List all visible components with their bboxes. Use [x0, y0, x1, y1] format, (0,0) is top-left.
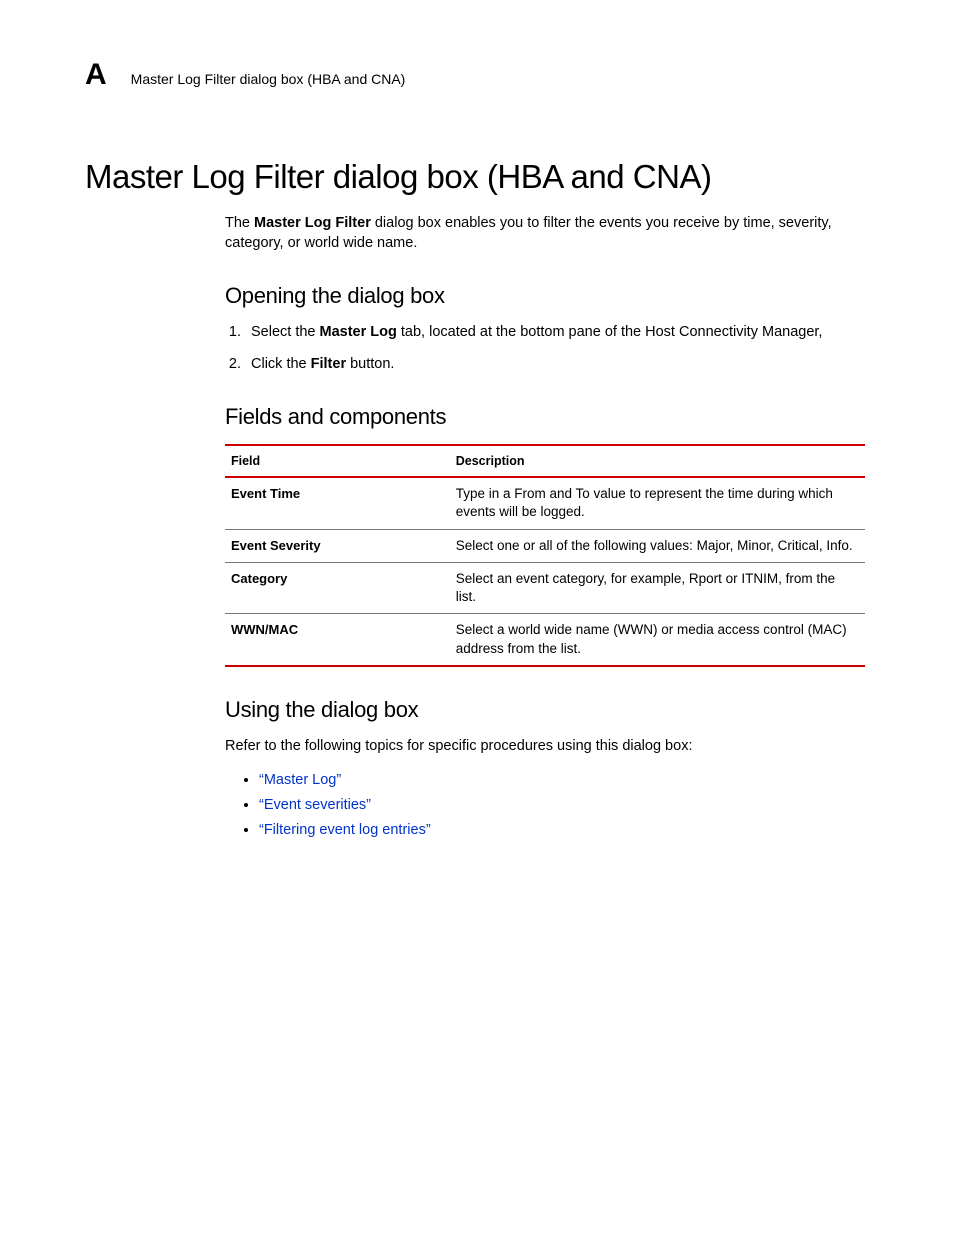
running-header: A Master Log Filter dialog box (HBA and … — [85, 60, 875, 90]
link-event-severities[interactable]: “Event severities” — [259, 797, 371, 813]
using-intro: Refer to the following topics for specif… — [225, 737, 865, 757]
step-2: Click the Filter button. — [245, 355, 865, 375]
page-title: Master Log Filter dialog box (HBA and CN… — [85, 158, 875, 196]
appendix-letter: A — [85, 60, 107, 90]
field-name: Category — [225, 562, 450, 613]
link-filtering-entries[interactable]: “Filtering event log entries” — [259, 822, 431, 838]
field-name: WWN/MAC — [225, 614, 450, 666]
field-name: Event Severity — [225, 529, 450, 562]
table-row: WWN/MAC Select a world wide name (WWN) o… — [225, 614, 865, 666]
table-row: Event Time Type in a From and To value t… — [225, 477, 865, 529]
field-desc: Select one or all of the following value… — [450, 529, 865, 562]
step-1: Select the Master Log tab, located at th… — [245, 323, 865, 343]
related-links: “Master Log” “Event severities” “Filteri… — [225, 770, 865, 841]
table-row: Category Select an event category, for e… — [225, 562, 865, 613]
fields-table: Field Description Event Time Type in a F… — [225, 444, 865, 667]
col-description: Description — [450, 445, 865, 477]
intro-pre: The — [225, 215, 254, 231]
list-item: “Event severities” — [259, 795, 865, 816]
intro-bold: Master Log Filter — [254, 215, 371, 231]
intro-paragraph: The Master Log Filter dialog box enables… — [225, 214, 865, 253]
field-name: Event Time — [225, 477, 450, 529]
list-item: “Master Log” — [259, 770, 865, 791]
table-header-row: Field Description — [225, 445, 865, 477]
field-desc: Type in a From and To value to represent… — [450, 477, 865, 529]
fields-heading: Fields and components — [225, 404, 865, 430]
table-row: Event Severity Select one or all of the … — [225, 529, 865, 562]
field-desc: Select an event category, for example, R… — [450, 562, 865, 613]
list-item: “Filtering event log entries” — [259, 820, 865, 841]
using-heading: Using the dialog box — [225, 697, 865, 723]
link-master-log[interactable]: “Master Log” — [259, 772, 341, 788]
field-desc: Select a world wide name (WWN) or media … — [450, 614, 865, 666]
opening-steps: Select the Master Log tab, located at th… — [225, 323, 865, 374]
opening-heading: Opening the dialog box — [225, 283, 865, 309]
running-title: Master Log Filter dialog box (HBA and CN… — [131, 71, 406, 87]
col-field: Field — [225, 445, 450, 477]
